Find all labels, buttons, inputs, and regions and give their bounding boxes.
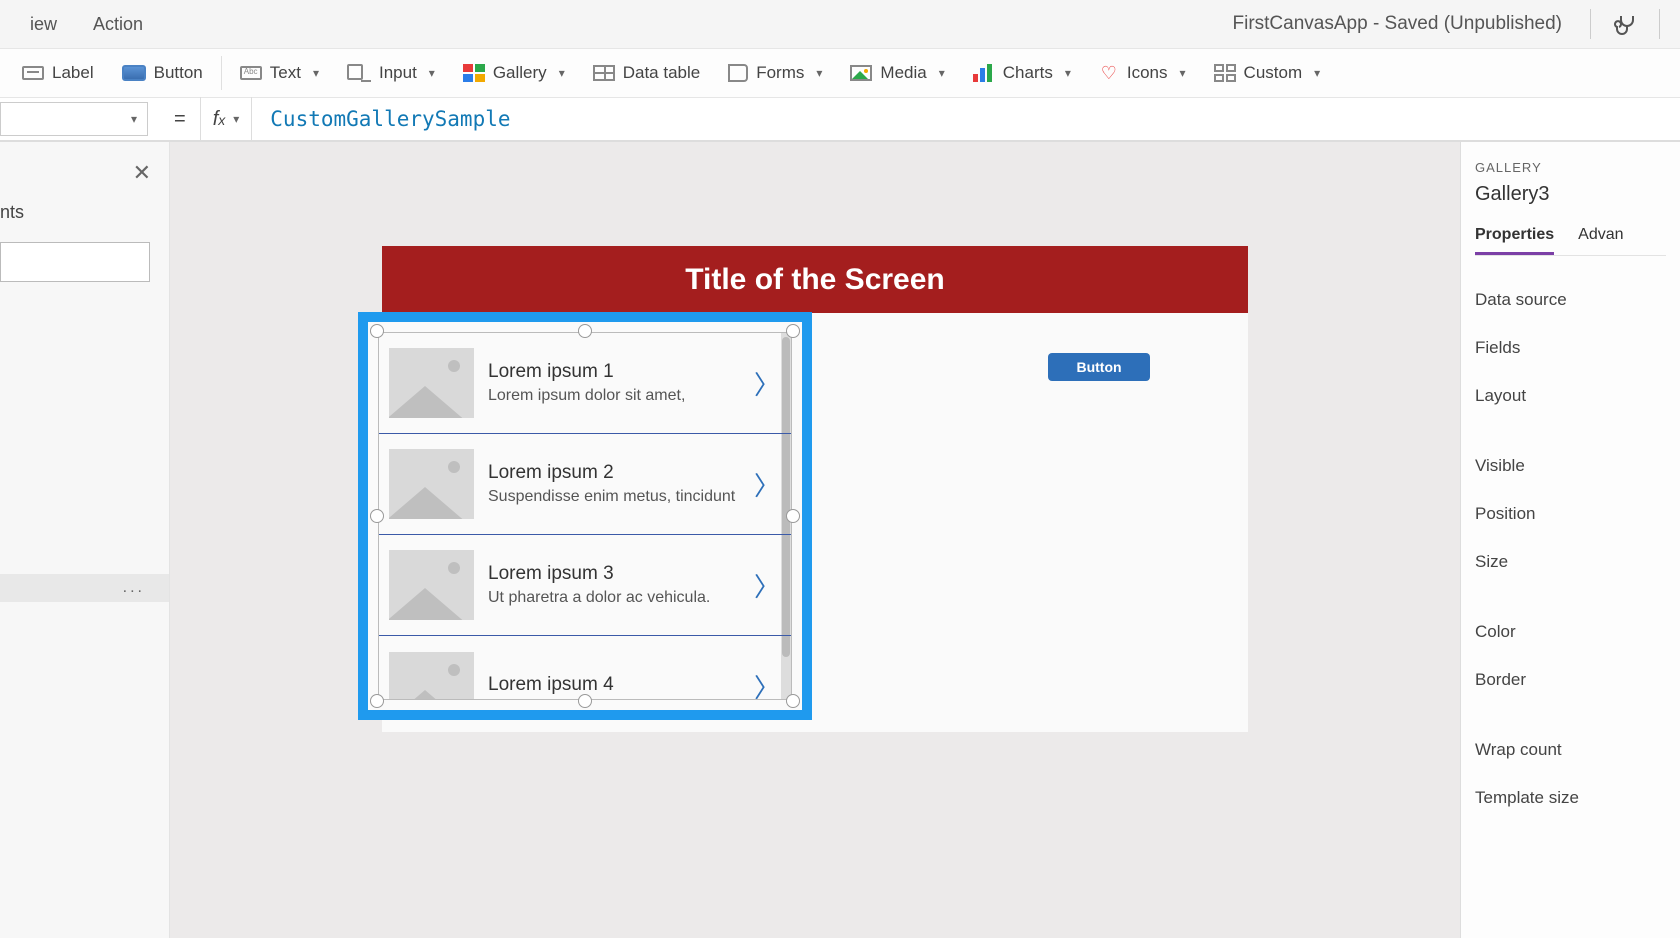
- insert-button[interactable]: Button: [108, 49, 217, 97]
- resize-handle[interactable]: [370, 509, 384, 523]
- screen-title-bar[interactable]: Title of the Screen: [382, 246, 1248, 313]
- resize-handle[interactable]: [786, 324, 800, 338]
- label-icon: [22, 66, 44, 80]
- prop-color[interactable]: Color: [1475, 608, 1666, 656]
- insert-custom[interactable]: Custom▾: [1200, 49, 1335, 97]
- gallery-item[interactable]: Lorem ipsum 4 〉: [379, 636, 791, 700]
- prop-size[interactable]: Size: [1475, 538, 1666, 586]
- chevron-down-icon: ▾: [1314, 66, 1320, 80]
- element-name[interactable]: Gallery3: [1475, 183, 1666, 206]
- gallery-item[interactable]: Lorem ipsum 3 Ut pharetra a dolor ac veh…: [379, 535, 791, 636]
- close-icon[interactable]: ✕: [133, 160, 151, 186]
- chevron-down-icon: ▾: [559, 66, 565, 80]
- item-subtitle: Ut pharetra a dolor ac vehicula.: [488, 589, 753, 607]
- chevron-down-icon: ▾: [1180, 66, 1186, 80]
- prop-templatesize[interactable]: Template size: [1475, 774, 1666, 822]
- item-title: Lorem ipsum 1: [488, 361, 753, 383]
- image-placeholder-icon: [389, 449, 474, 519]
- formula-bar: ▾ = fx▾ CustomGallerySample: [0, 98, 1680, 142]
- insert-forms[interactable]: Forms▾: [714, 49, 836, 97]
- element-category: GALLERY: [1475, 160, 1666, 175]
- gallery-item[interactable]: Lorem ipsum 2 Suspendisse enim metus, ti…: [379, 434, 791, 535]
- item-title: Lorem ipsum 3: [488, 563, 753, 585]
- resize-handle[interactable]: [786, 694, 800, 708]
- chevron-down-icon: ▾: [313, 66, 319, 80]
- menu-view[interactable]: iew: [12, 14, 75, 35]
- menubar: iew Action FirstCanvasApp - Saved (Unpub…: [0, 0, 1680, 48]
- tree-search-input[interactable]: [0, 242, 150, 282]
- gallery-icon: [463, 64, 485, 82]
- chevron-right-icon[interactable]: 〉: [753, 466, 781, 503]
- icons-icon: ♡: [1099, 63, 1119, 83]
- insert-media[interactable]: Media▾: [836, 49, 958, 97]
- image-placeholder-icon: [389, 348, 474, 418]
- forms-icon: [728, 64, 748, 82]
- chevron-down-icon: ▾: [816, 66, 822, 80]
- datatable-icon: [593, 65, 615, 81]
- chevron-down-icon: ▾: [131, 112, 137, 126]
- chevron-down-icon: ▾: [1065, 66, 1071, 80]
- gallery-selected[interactable]: ✎ Lorem ipsum 1 Lorem ipsum dolor sit am…: [358, 312, 812, 720]
- insert-ribbon: Label Button Text▾ Input▾ Gallery▾ Data …: [0, 48, 1680, 98]
- chevron-down-icon: ▾: [233, 112, 239, 126]
- resize-handle[interactable]: [578, 694, 592, 708]
- prop-fields[interactable]: Fields: [1475, 324, 1666, 372]
- item-title: Lorem ipsum 4: [488, 674, 753, 696]
- chevron-down-icon: ▾: [939, 66, 945, 80]
- divider: [1659, 9, 1660, 39]
- more-icon[interactable]: ...: [123, 579, 145, 597]
- gallery-item[interactable]: Lorem ipsum 1 Lorem ipsum dolor sit amet…: [379, 333, 791, 434]
- equals-sign: =: [174, 108, 186, 131]
- property-dropdown[interactable]: ▾: [0, 102, 148, 136]
- insert-charts[interactable]: Charts▾: [959, 49, 1085, 97]
- custom-icon: [1214, 64, 1236, 82]
- insert-icons[interactable]: ♡Icons▾: [1085, 49, 1200, 97]
- charts-icon: [973, 64, 995, 82]
- insert-text[interactable]: Text▾: [226, 49, 333, 97]
- prop-position[interactable]: Position: [1475, 490, 1666, 538]
- insert-datatable[interactable]: Data table: [579, 49, 715, 97]
- fx-button[interactable]: fx▾: [200, 97, 253, 141]
- resize-handle[interactable]: [578, 324, 592, 338]
- health-check-icon[interactable]: [1613, 12, 1637, 36]
- properties-pane: GALLERY Gallery3 Properties Advan Data s…: [1460, 142, 1680, 938]
- app-title: FirstCanvasApp - Saved (Unpublished): [1233, 13, 1563, 35]
- tab-properties[interactable]: Properties: [1475, 226, 1554, 255]
- screen-preview[interactable]: Title of the Screen Button ✎ Lorem ipsum…: [382, 246, 1248, 732]
- insert-label[interactable]: Label: [8, 49, 108, 97]
- insert-input[interactable]: Input▾: [333, 49, 449, 97]
- formula-input[interactable]: CustomGallerySample: [252, 97, 1680, 141]
- image-placeholder-icon: [389, 652, 474, 701]
- prop-layout[interactable]: Layout: [1475, 372, 1666, 420]
- gallery-inner[interactable]: ✎ Lorem ipsum 1 Lorem ipsum dolor sit am…: [378, 332, 792, 700]
- tree-selected-item[interactable]: ...: [0, 574, 169, 602]
- media-icon: [850, 65, 872, 81]
- tree-view-pane: ✕ nts ...: [0, 142, 170, 938]
- item-title: Lorem ipsum 2: [488, 462, 753, 484]
- resize-handle[interactable]: [370, 694, 384, 708]
- chevron-right-icon[interactable]: 〉: [753, 567, 781, 604]
- menu-action[interactable]: Action: [75, 14, 161, 35]
- canvas-button[interactable]: Button: [1048, 353, 1150, 381]
- prop-visible[interactable]: Visible: [1475, 442, 1666, 490]
- tree-header: nts: [0, 202, 24, 223]
- text-icon: [240, 66, 262, 80]
- input-icon: [347, 64, 371, 82]
- resize-handle[interactable]: [370, 324, 384, 338]
- item-subtitle: Suspendisse enim metus, tincidunt: [488, 488, 753, 506]
- chevron-down-icon: ▾: [429, 66, 435, 80]
- button-icon: [122, 65, 146, 81]
- canvas[interactable]: Title of the Screen Button ✎ Lorem ipsum…: [170, 142, 1460, 938]
- insert-gallery[interactable]: Gallery▾: [449, 49, 579, 97]
- tab-advanced[interactable]: Advan: [1578, 226, 1623, 255]
- chevron-right-icon[interactable]: 〉: [753, 668, 781, 700]
- image-placeholder-icon: [389, 550, 474, 620]
- prop-datasource[interactable]: Data source: [1475, 276, 1666, 324]
- item-subtitle: Lorem ipsum dolor sit amet,: [488, 387, 753, 405]
- prop-border[interactable]: Border: [1475, 656, 1666, 704]
- chevron-right-icon[interactable]: 〉: [753, 365, 781, 402]
- resize-handle[interactable]: [786, 509, 800, 523]
- divider: [1590, 9, 1591, 39]
- prop-wrapcount[interactable]: Wrap count: [1475, 726, 1666, 774]
